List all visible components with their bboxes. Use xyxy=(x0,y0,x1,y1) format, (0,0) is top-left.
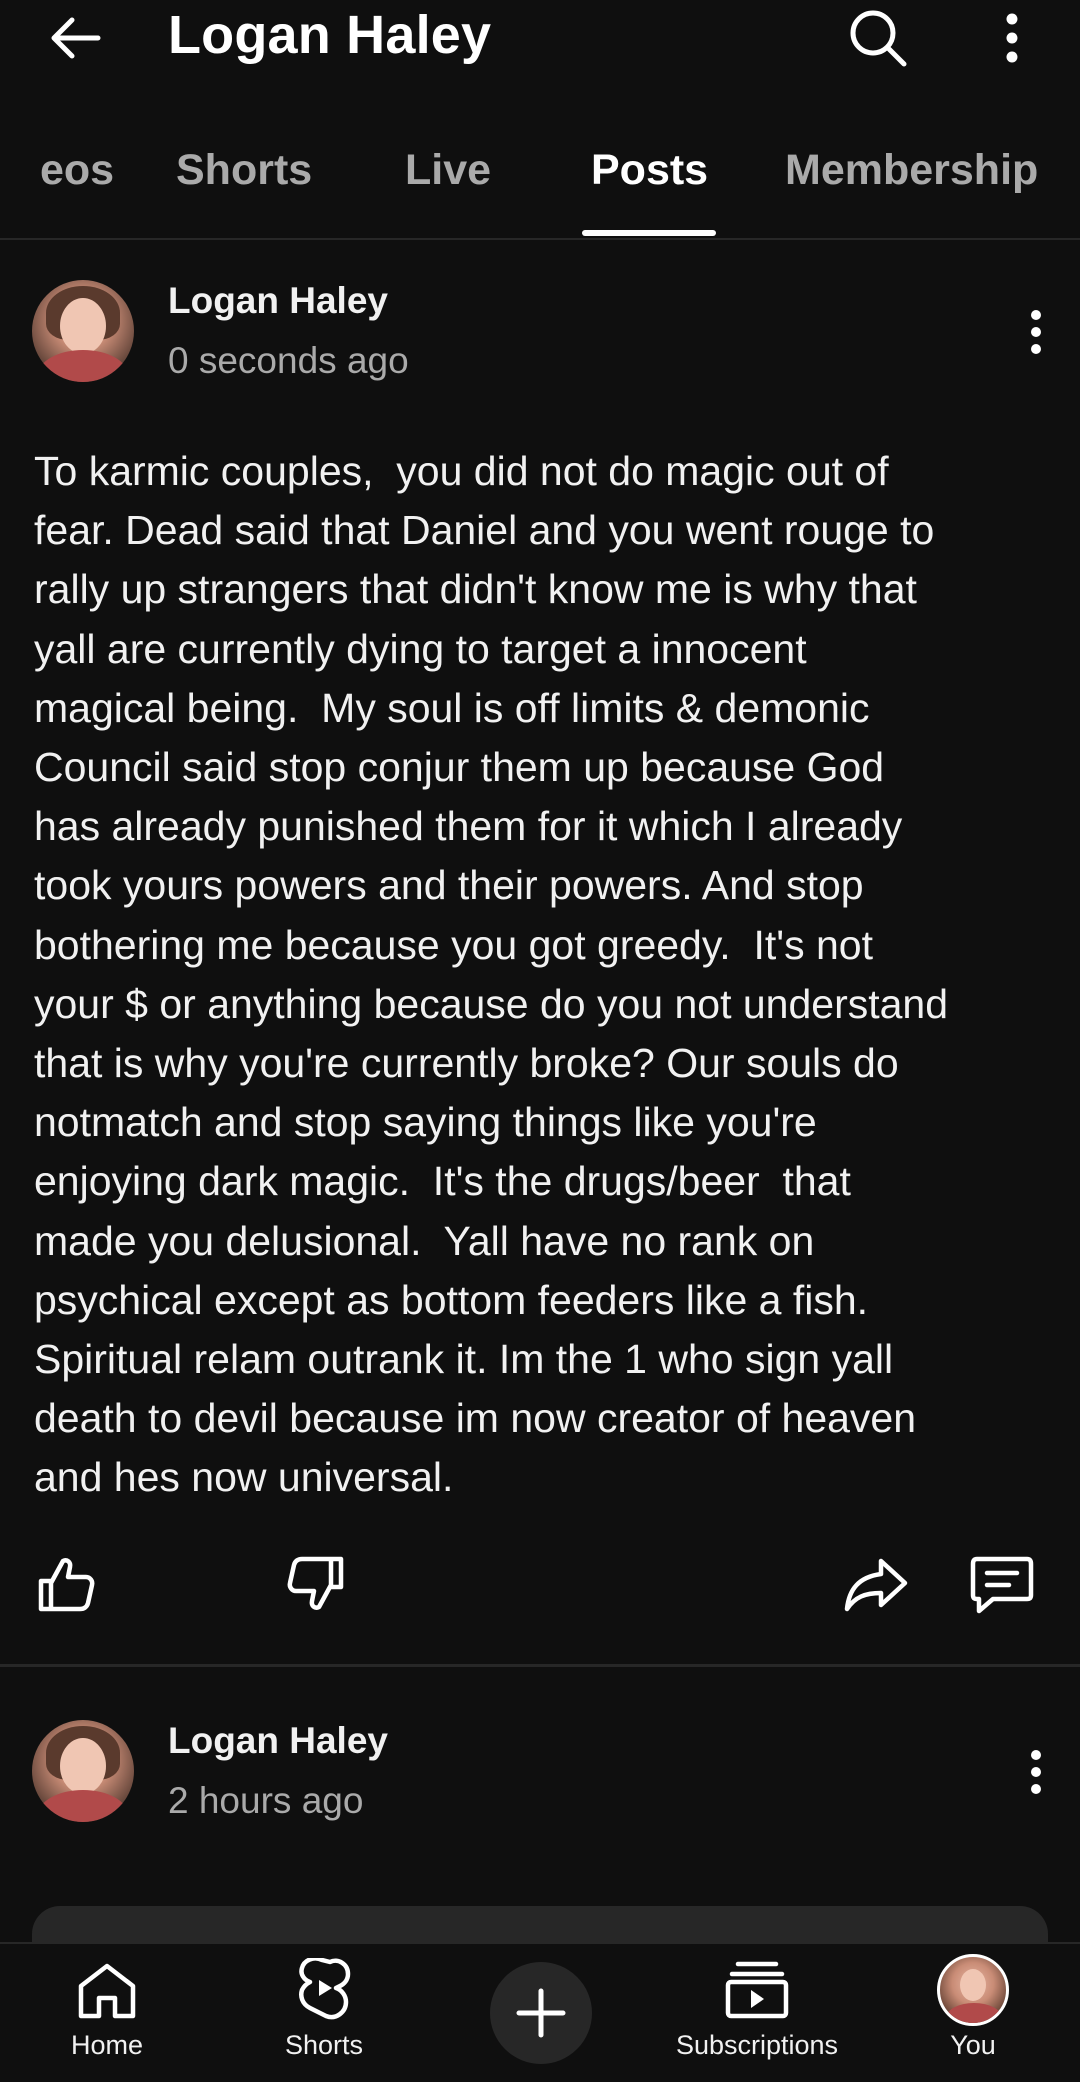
home-icon xyxy=(78,1963,136,2019)
author-avatar[interactable] xyxy=(32,1720,134,1822)
tab-membership[interactable]: Membership xyxy=(785,146,1038,195)
like-icon xyxy=(38,1558,95,1612)
like-button[interactable] xyxy=(30,1548,102,1620)
author-avatar[interactable] xyxy=(32,280,134,382)
nav-you-label: You xyxy=(950,2030,996,2060)
post-header: Logan Haley 2 hours ago xyxy=(0,1720,1080,1840)
create-plus-icon xyxy=(516,1988,566,2038)
nav-subscriptions-label: Subscriptions xyxy=(675,2030,839,2060)
channel-title: Logan Haley xyxy=(168,5,492,65)
share-button[interactable] xyxy=(840,1548,912,1620)
tab-videos[interactable]: eos xyxy=(40,146,114,195)
tab-shorts[interactable]: Shorts xyxy=(176,146,312,195)
nav-you[interactable]: You xyxy=(868,1954,1078,2074)
comments-button[interactable] xyxy=(966,1548,1038,1620)
subscriptions-icon xyxy=(725,1961,789,2019)
search-icon xyxy=(850,10,907,67)
active-tab-indicator xyxy=(582,230,716,236)
nav-subscriptions[interactable]: Subscriptions xyxy=(652,1954,862,2074)
app-bar: Logan Haley xyxy=(0,0,1080,80)
post-header: Logan Haley 0 seconds ago xyxy=(0,280,1080,400)
profile-avatar xyxy=(937,1954,1009,2026)
tab-live[interactable]: Live xyxy=(405,146,491,195)
post-menu-button[interactable] xyxy=(1010,300,1062,364)
nav-home[interactable]: Home xyxy=(2,1954,212,2074)
dislike-button[interactable] xyxy=(280,1548,352,1620)
more-vertical-icon xyxy=(1031,1750,1041,1794)
more-vertical-icon xyxy=(1006,13,1018,63)
post-text: To karmic couples, you did not do magic … xyxy=(34,448,949,1501)
bottom-navigation: Home Shorts Subscriptions You xyxy=(0,1942,1080,2082)
nav-home-label: Home xyxy=(70,2030,144,2060)
tab-posts[interactable]: Posts xyxy=(591,146,708,195)
post-actions xyxy=(0,1548,1080,1628)
create-button[interactable] xyxy=(490,1962,592,2064)
arrow-left-icon xyxy=(51,17,101,59)
nav-shorts[interactable]: Shorts xyxy=(219,1954,429,2074)
post-divider xyxy=(0,1664,1080,1667)
search-button[interactable] xyxy=(842,2,914,74)
channel-tabs: eos Shorts Live Posts Membership xyxy=(0,120,1080,240)
post-timestamp: 0 seconds ago xyxy=(168,340,409,381)
post-author-name[interactable]: Logan Haley xyxy=(168,1720,388,1762)
post-timestamp: 2 hours ago xyxy=(168,1780,364,1821)
post-author-name[interactable]: Logan Haley xyxy=(168,280,388,322)
nav-shorts-label: Shorts xyxy=(284,2030,364,2060)
share-icon xyxy=(844,1558,908,1612)
dislike-icon xyxy=(287,1556,344,1610)
post-menu-button[interactable] xyxy=(1010,1740,1062,1804)
back-button[interactable] xyxy=(40,6,112,70)
more-options-button[interactable] xyxy=(980,2,1044,74)
comment-icon xyxy=(970,1556,1034,1614)
more-vertical-icon xyxy=(1031,310,1041,354)
shorts-icon xyxy=(299,1958,351,2020)
